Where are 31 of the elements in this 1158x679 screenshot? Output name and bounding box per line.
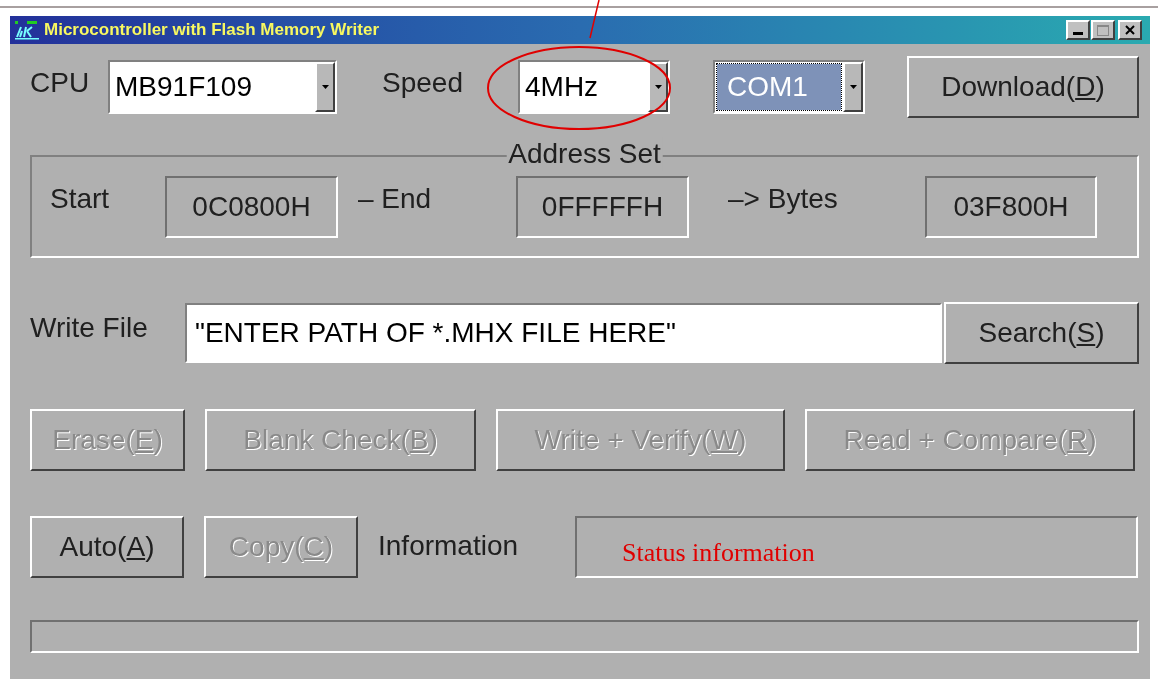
cpu-dropdown[interactable]: MB91F109: [108, 60, 337, 114]
minimize-icon: [1073, 32, 1083, 35]
minimize-button[interactable]: [1066, 20, 1090, 40]
download-button[interactable]: Download(D): [907, 56, 1139, 118]
end-address-field: 0FFFFFH: [516, 175, 689, 238]
status-text: Status information: [622, 536, 815, 569]
cpu-label: CPU: [30, 66, 91, 100]
close-icon: [1125, 25, 1135, 35]
maximize-button[interactable]: [1091, 20, 1115, 40]
auto-button[interactable]: Auto(A): [30, 516, 184, 578]
search-button[interactable]: Search(S): [944, 302, 1139, 364]
dropdown-arrow-button[interactable]: [315, 62, 335, 112]
caret-icon: [321, 85, 329, 89]
bytes-label: –> Bytes: [728, 181, 839, 216]
close-button[interactable]: [1118, 20, 1142, 40]
speed-dropdown[interactable]: 4MHz: [518, 60, 670, 114]
start-label: Start: [50, 181, 111, 216]
window-title: Microcontroller with Flash Memory Writer: [44, 19, 380, 42]
app-icon: [14, 19, 40, 41]
start-address-field: 0C0800H: [165, 175, 338, 238]
speed-label: Speed: [382, 66, 464, 100]
dropdown-arrow-button[interactable]: [648, 62, 668, 112]
write-file-label: Write File: [30, 311, 149, 345]
dropdown-arrow-button[interactable]: [843, 62, 863, 112]
file-path-field[interactable]: "ENTER PATH OF *.MHX FILE HERE": [185, 303, 942, 363]
maximize-icon: [1097, 24, 1109, 36]
end-label: – End: [358, 181, 433, 216]
byte-count-field: 03F800H: [925, 175, 1097, 238]
caret-icon: [654, 85, 662, 89]
information-label: Information: [378, 529, 520, 563]
caret-icon: [849, 85, 857, 89]
